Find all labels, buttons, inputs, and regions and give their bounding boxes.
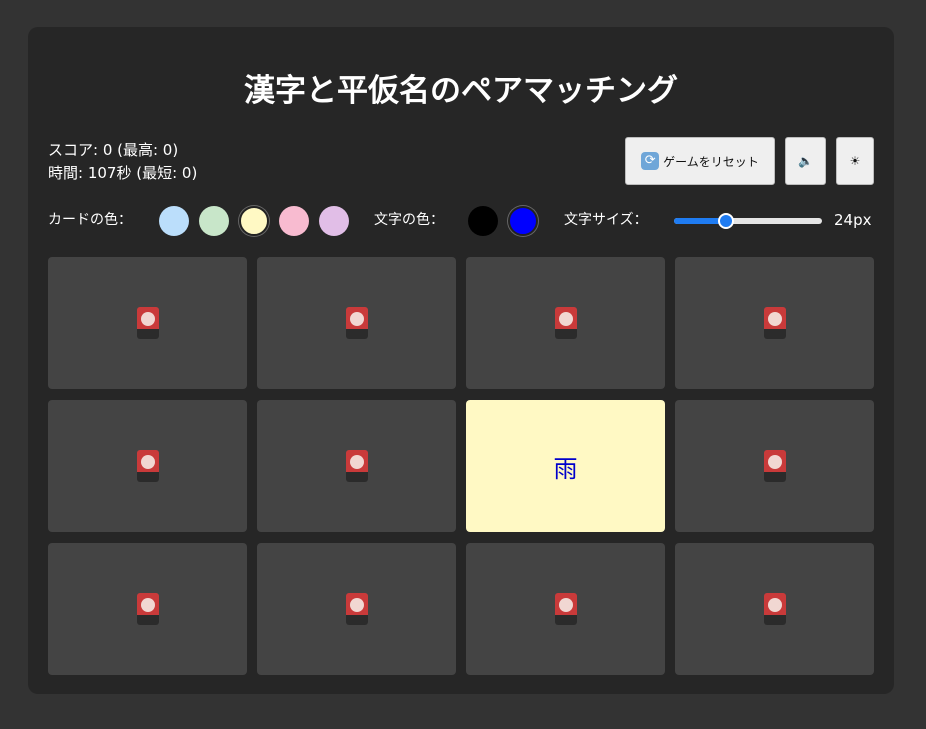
flower-card-icon [136,593,159,625]
flower-card-icon [345,307,368,339]
sun-icon: ☀ [849,154,861,168]
flower-card-icon [763,450,786,482]
card-color-swatch[interactable] [279,206,309,236]
card-face-down[interactable] [675,400,874,532]
flower-card-icon [554,307,577,339]
flower-card-icon [763,307,786,339]
time-display: 時間: 107秒 (最短: 0) [48,164,198,182]
card-face-down[interactable] [466,257,665,389]
card-color-swatch[interactable] [159,206,189,236]
card-face-down[interactable] [675,257,874,389]
speaker-icon: 🔈 [798,154,813,168]
flower-card-icon [345,450,368,482]
text-color-label: 文字の色： [374,212,444,228]
text-color-swatch[interactable] [468,206,498,236]
card-color-swatch[interactable] [319,206,349,236]
stats-area: スコア: 0 (最高: 0) 時間: 107秒 (最短: 0) [48,139,197,185]
game-panel: 漢字と平仮名のペアマッチング スコア: 0 (最高: 0) 時間: 107秒 (… [28,27,894,694]
card-face-down[interactable] [257,400,456,532]
slider-thumb[interactable] [717,213,734,229]
sound-toggle-button[interactable]: 🔈 [785,137,826,185]
card-color-swatch[interactable] [239,206,269,236]
theme-toggle-button[interactable]: ☀ [836,137,874,185]
flower-card-icon [763,593,786,625]
font-size-value: 24px [834,211,872,229]
card-color-swatch[interactable] [199,206,229,236]
card-face-down[interactable] [48,257,247,389]
score-display: スコア: 0 (最高: 0) [48,141,179,159]
card-face-down[interactable] [257,543,456,675]
card-flipped[interactable]: 雨 [466,400,665,532]
font-size-slider[interactable] [674,213,822,229]
flower-card-icon [136,450,159,482]
reset-button-label: ゲームをリセット [663,154,759,169]
page-title: 漢字と平仮名のペアマッチング [244,73,678,109]
card-face-down[interactable] [257,257,456,389]
card-face-down[interactable] [48,400,247,532]
flower-card-icon [136,307,159,339]
settings-controls: カードの色： 文字の色： 文字サイズ： 24px [48,203,874,237]
card-character: 雨 [553,454,578,483]
card-grid: 雨 [48,257,874,675]
flower-card-icon [554,593,577,625]
font-size-label: 文字サイズ： [564,212,648,228]
card-face-down[interactable] [466,543,665,675]
card-color-label: カードの色： [48,212,132,228]
flower-card-icon [345,593,368,625]
text-color-swatch[interactable] [508,206,538,236]
card-face-down[interactable] [48,543,247,675]
reset-game-button[interactable]: ⟳ ゲームをリセット [625,137,775,185]
card-face-down[interactable] [675,543,874,675]
reset-icon: ⟳ [641,152,660,170]
